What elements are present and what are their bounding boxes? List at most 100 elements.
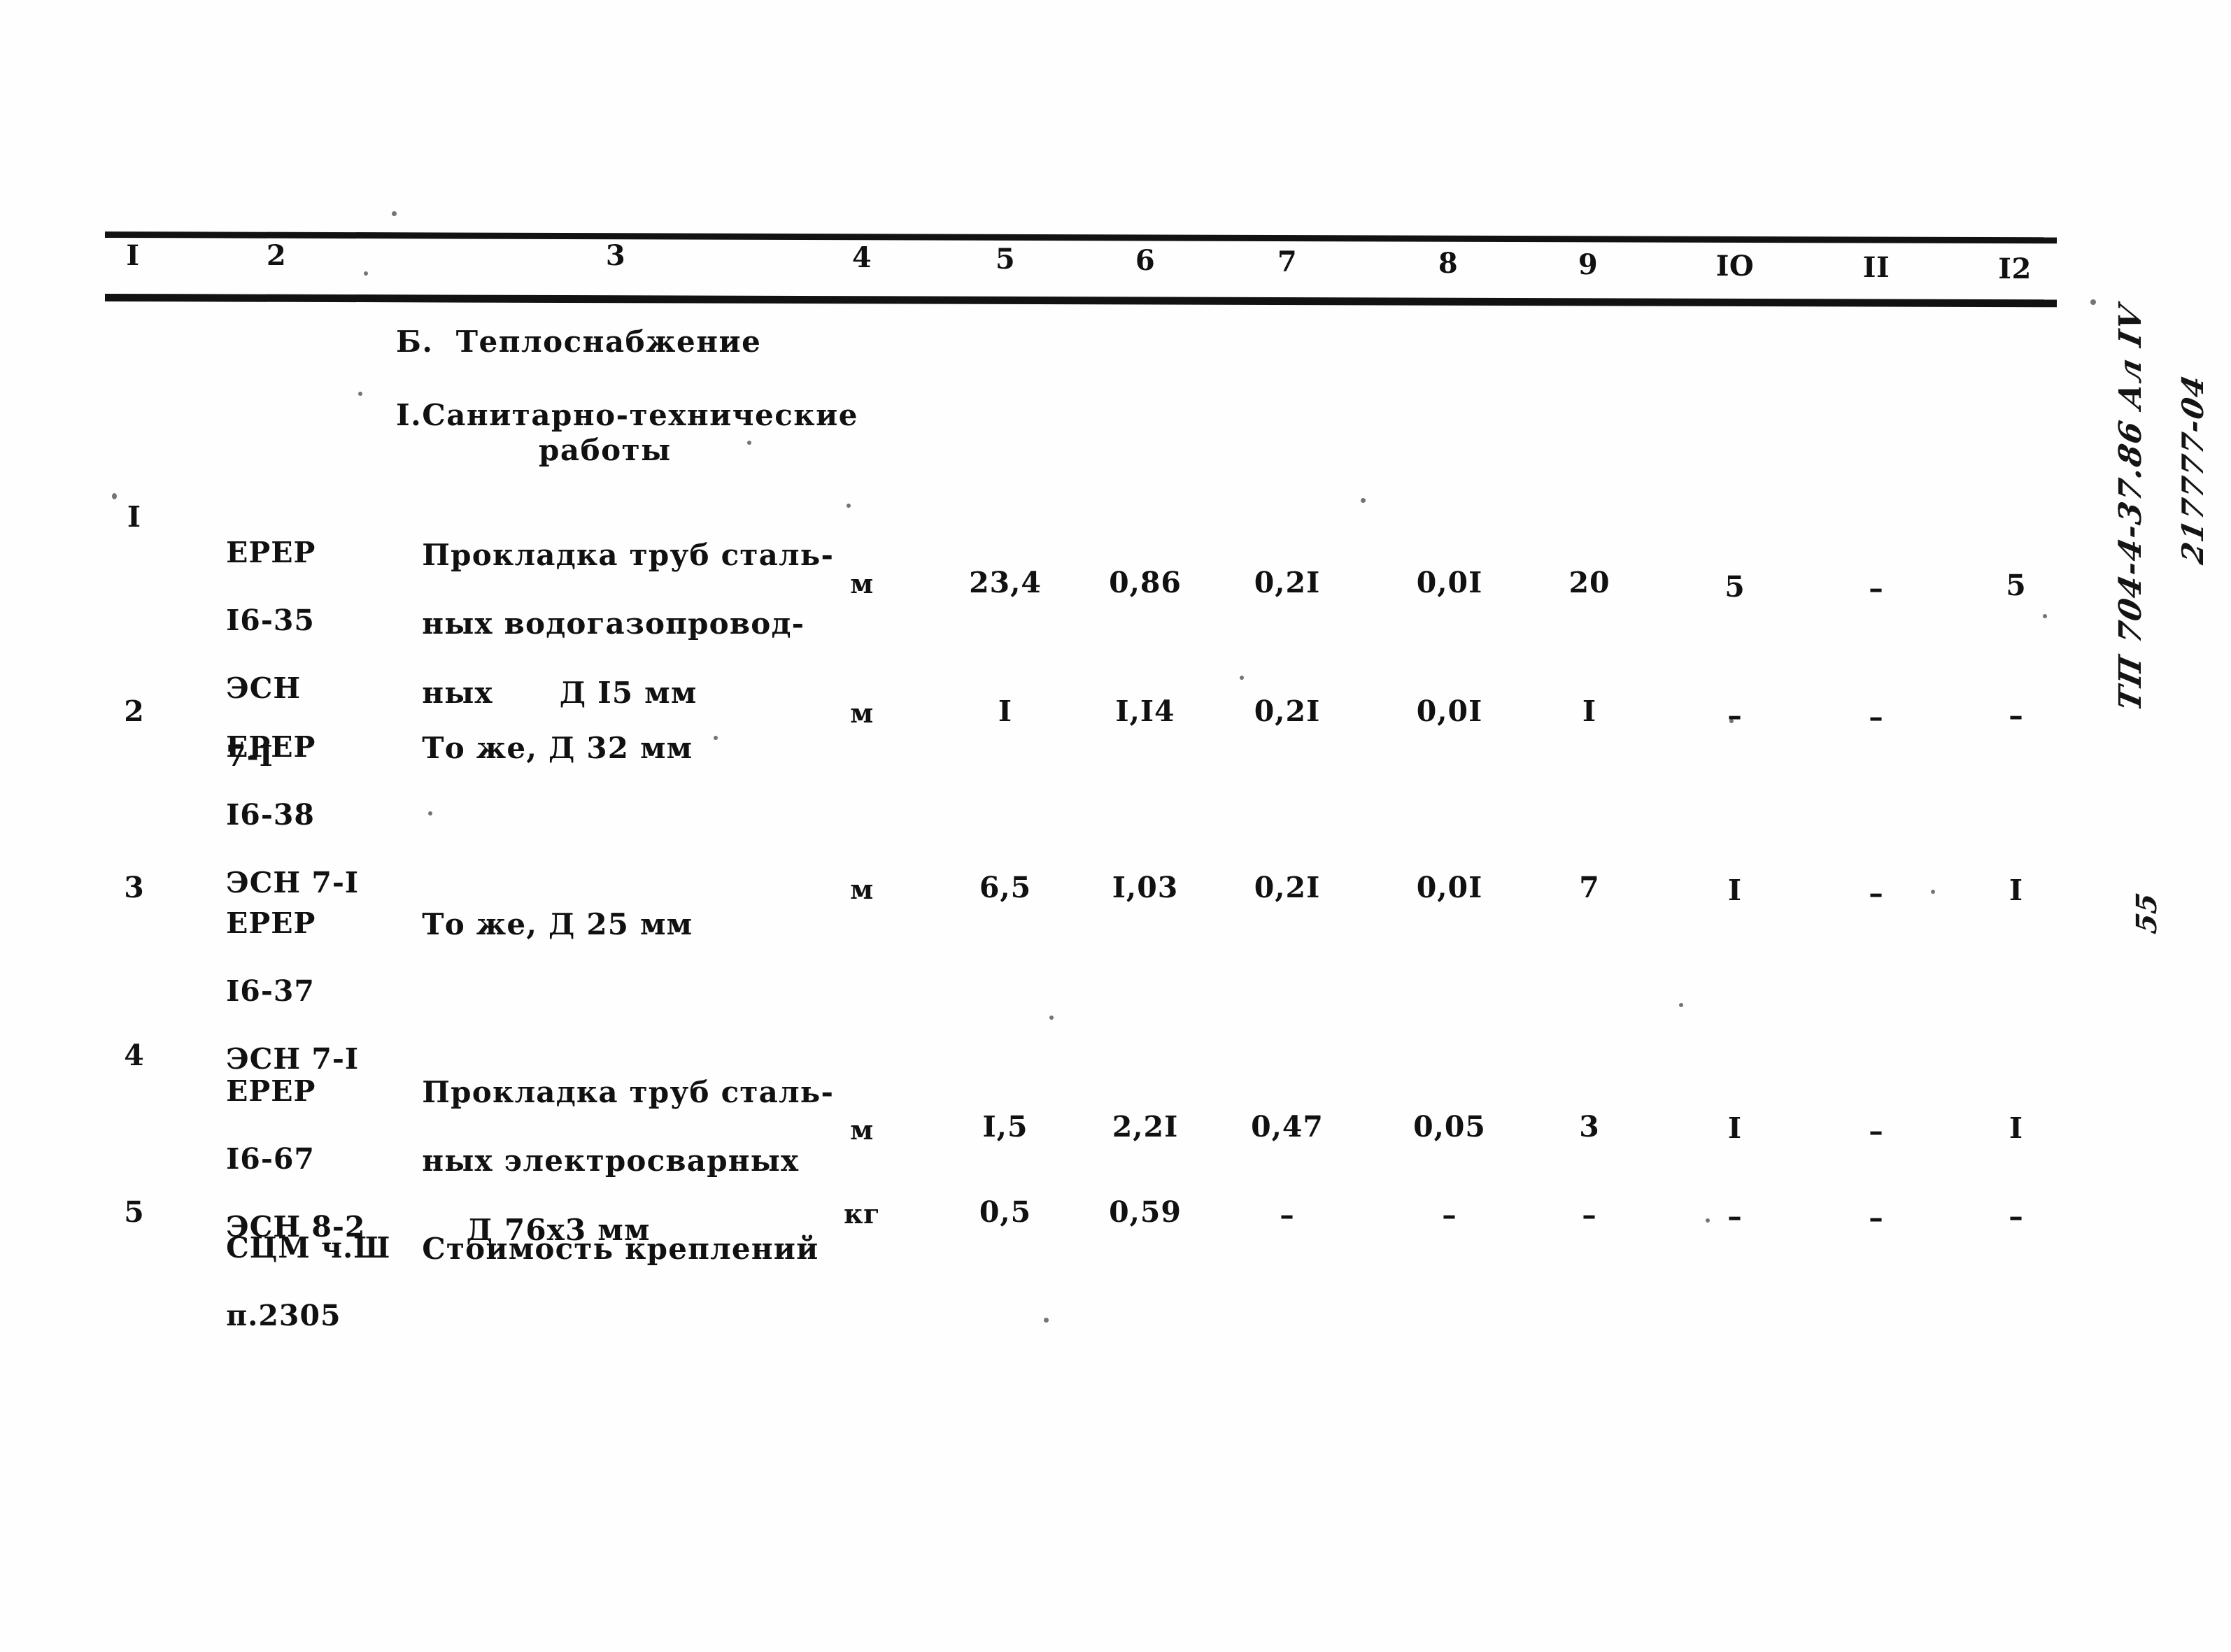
- row-code-line: ЕРЕР: [226, 536, 316, 570]
- row-col-12: I: [2009, 1111, 2024, 1145]
- scan-speck: [1044, 1318, 1049, 1323]
- row-unit: м: [850, 568, 874, 599]
- scan-speck: [1679, 1003, 1683, 1007]
- row-code-line: ЕРЕР: [226, 730, 316, 764]
- row-col-6: 0,86: [1109, 566, 1182, 599]
- row-description-line: Стоимость креплений: [422, 1232, 819, 1267]
- row-description-line: Прокладка труб сталь-: [422, 1075, 835, 1110]
- column-header-7: 7: [1277, 245, 1298, 278]
- scanned-page: I 2 3 4 5 6 7 8 9 IO II I2 Б. Теплоснабж…: [0, 0, 2231, 1652]
- column-header-12: I2: [1998, 252, 2032, 285]
- row-col-8: 0,05: [1413, 1110, 1486, 1144]
- row-col-6: 2,2I: [1112, 1110, 1179, 1144]
- row-col-10: I: [1727, 1111, 1743, 1145]
- row-code-line: I6-37: [226, 974, 315, 1009]
- column-header-5: 5: [995, 243, 1016, 276]
- row-unit: м: [850, 697, 874, 729]
- row-col-11: –: [1869, 1114, 1884, 1148]
- row-col-5: I: [998, 695, 1013, 728]
- column-header-9: 9: [1578, 248, 1599, 281]
- row-col-10: –: [1727, 699, 1743, 732]
- scan-speck: [1240, 676, 1244, 680]
- column-header-2: 2: [266, 239, 287, 272]
- table-row: 2: [124, 695, 145, 728]
- column-header-10: IO: [1715, 250, 1755, 283]
- row-col-10: 5: [1724, 570, 1745, 604]
- row-col-12: I: [2009, 874, 2024, 907]
- table-row: I: [127, 500, 142, 534]
- row-col-7: 0,47: [1251, 1110, 1324, 1144]
- row-col-9: 3: [1579, 1110, 1600, 1144]
- row-col-9: 7: [1579, 871, 1600, 904]
- column-header-11: II: [1862, 251, 1890, 284]
- scan-speck: [1361, 498, 1366, 503]
- scan-speck: [1049, 1016, 1054, 1020]
- row-code: СЦМ ч.Ш п.2305: [183, 1197, 390, 1367]
- subsection-heading: I.Санитарно-технические: [396, 398, 859, 432]
- row-col-7: 0,2I: [1254, 871, 1321, 904]
- table-row: 5: [124, 1195, 145, 1229]
- scan-speck: [747, 441, 751, 445]
- row-col-7: 0,2I: [1254, 695, 1321, 728]
- table-row: 3: [124, 871, 145, 904]
- table-header-bottom-rule: [104, 294, 2058, 308]
- column-header-8: 8: [1438, 247, 1459, 280]
- row-description: Стоимость креплений: [378, 1197, 819, 1300]
- row-description-line: То же, Д 25 мм: [422, 907, 693, 942]
- row-description-line: То же, Д 32 мм: [422, 731, 693, 766]
- row-col-8: 0,0I: [1416, 566, 1483, 599]
- row-col-5: 6,5: [979, 871, 1032, 904]
- column-header-6: 6: [1135, 244, 1156, 277]
- scan-speck: [714, 736, 718, 740]
- scan-speck: [358, 392, 362, 396]
- row-col-7: 0,2I: [1254, 566, 1321, 599]
- scan-speck: [2043, 614, 2047, 618]
- row-col-10: –: [1727, 1199, 1743, 1233]
- scan-speck: [1729, 719, 1734, 723]
- row-col-8: 0,0I: [1416, 871, 1483, 904]
- table-row: 4: [124, 1039, 145, 1072]
- row-code-line: ЕРЕР: [226, 1074, 316, 1109]
- row-col-11: –: [1869, 700, 1884, 734]
- table-top-rule: [104, 232, 2058, 244]
- scan-speck: [1706, 1218, 1710, 1223]
- row-unit: кг: [844, 1198, 880, 1230]
- subsection-heading-line2: работы: [539, 433, 672, 467]
- row-col-12: –: [2009, 699, 2024, 732]
- page-number-note: 55: [2130, 890, 2163, 937]
- column-header-4: 4: [851, 241, 872, 274]
- row-code-line: СЦМ ч.Ш: [226, 1231, 391, 1265]
- column-header-3: 3: [605, 239, 626, 272]
- row-code-line: I6-38: [226, 798, 315, 832]
- row-col-5: 23,4: [969, 566, 1042, 599]
- row-code-line: п.2305: [226, 1299, 341, 1333]
- row-col-5: 0,5: [979, 1195, 1032, 1229]
- row-col-11: –: [1869, 876, 1884, 910]
- row-description-line: Прокладка труб сталь-: [422, 538, 835, 573]
- column-header-1: I: [126, 239, 140, 272]
- section-heading: Б. Теплоснабжение: [396, 325, 762, 359]
- row-description-line: ных водогазопровод-: [422, 606, 805, 641]
- row-unit: м: [850, 1114, 874, 1146]
- row-unit: м: [850, 874, 874, 905]
- scan-speck: [847, 504, 851, 508]
- archive-number-note: 217777-04: [2176, 371, 2210, 567]
- row-col-12: 5: [2006, 569, 2027, 602]
- row-description: То же, Д 32 мм: [378, 697, 693, 799]
- row-col-6: I,03: [1112, 871, 1179, 904]
- row-col-9: 20: [1568, 566, 1610, 599]
- row-col-5: I,5: [982, 1110, 1028, 1144]
- scan-speck: [1931, 890, 1935, 894]
- row-col-9: –: [1582, 1198, 1597, 1232]
- scan-speck: [364, 271, 368, 276]
- row-col-11: –: [1869, 1201, 1884, 1234]
- row-code-line: I6-67: [226, 1142, 315, 1176]
- row-col-8: 0,0I: [1416, 695, 1483, 728]
- scan-speck: [392, 211, 397, 216]
- project-stamp-note: ТП 704-4-37.86 Ал IV: [2113, 301, 2148, 714]
- row-col-7: –: [1280, 1198, 1295, 1232]
- row-code-line: ЕРЕР: [226, 906, 316, 941]
- scan-speck: [2090, 299, 2096, 305]
- row-col-8: –: [1442, 1198, 1457, 1232]
- scan-speck: [428, 811, 432, 816]
